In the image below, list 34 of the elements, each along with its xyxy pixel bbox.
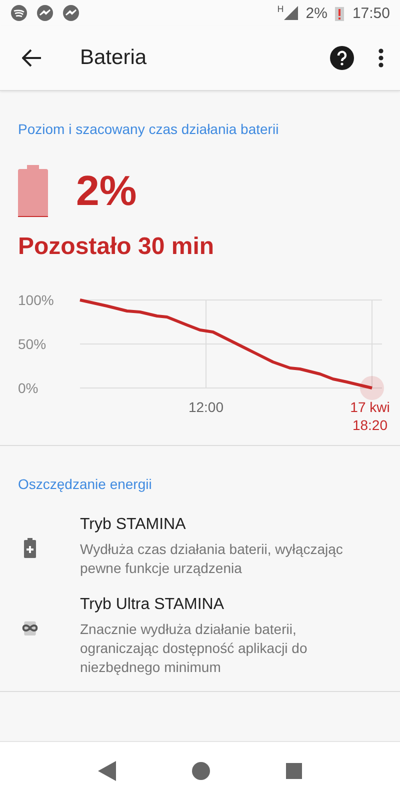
back-arrow-icon [22, 49, 42, 67]
item-title: Tryb Ultra STAMINA [80, 596, 226, 614]
item-description: Znacznie wydłuża działanie baterii, ograniczając dostępność aplikacji do niezbędnego minimum [80, 620, 308, 677]
item-description: Wydłuża czas działania baterii, wyłączając pewne funkcje urządzenia [80, 540, 344, 578]
menu-icon [378, 48, 384, 68]
notification-icon [36, 4, 54, 22]
section-header: Poziom i szacowany czas działania baterii [17, 121, 280, 137]
circle-icon [192, 762, 210, 780]
page-title: Bateria [80, 46, 148, 70]
axis-label: 12:00 [188, 399, 224, 415]
notification-icon [62, 4, 80, 22]
current-point [360, 376, 384, 400]
clock: 17:50 [352, 4, 390, 22]
square-icon [286, 763, 302, 779]
axis-label: 18:20 [352, 417, 388, 433]
item-title: Tryb STAMINA [80, 516, 187, 534]
remaining-time: Pozostało 30 min [17, 232, 216, 261]
axis-label: 17 kwi [350, 399, 390, 415]
battery-percent: 2% [306, 4, 328, 22]
settings-item[interactable]: Tryb STAMINA Wydłuża czas działania baterii, wyłączając pewne funkcje urządzenia [0, 492, 400, 578]
axis-label: 100% [18, 292, 54, 308]
network-type: H [277, 4, 284, 14]
battery-low-icon [335, 6, 344, 20]
axis-label: 50% [18, 336, 46, 352]
help-icon [330, 46, 354, 70]
axis-label: 0% [18, 380, 38, 396]
battery-percent: 2% [76, 167, 137, 215]
signal-icon [284, 6, 298, 20]
notification-icon [10, 4, 28, 22]
triangle-icon [98, 761, 116, 781]
settings-item[interactable]: Tryb Ultra STAMINA Znacznie wydłuża działanie baterii, ograniczając dostępność aplikacji do niezbędnego minimum [0, 578, 400, 677]
section-header: Oszczędzanie energii [17, 476, 153, 492]
battery-icon [18, 165, 48, 217]
battery-plus-icon [24, 538, 36, 558]
